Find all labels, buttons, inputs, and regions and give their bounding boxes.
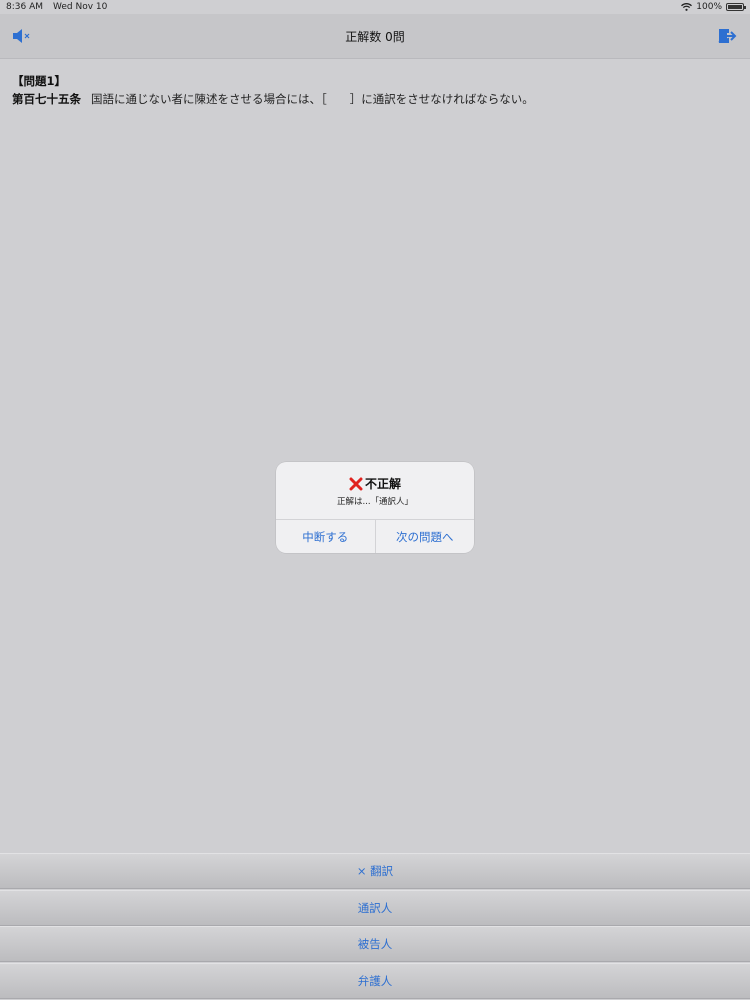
alert-title: 不正解 bbox=[276, 475, 474, 492]
answer-option-2[interactable]: 通訳人 bbox=[0, 889, 750, 926]
status-date: Wed Nov 10 bbox=[53, 2, 108, 12]
wifi-icon bbox=[681, 3, 693, 11]
question-label: 【問題1】 bbox=[12, 74, 67, 88]
question-area: 【問題1】 第百七十五条 国語に通じない者に陳述をさせる場合には、［ ］に通訳をさ… bbox=[12, 72, 732, 108]
red-cross-icon bbox=[349, 477, 363, 490]
quit-button[interactable]: 中断する bbox=[276, 520, 375, 553]
answer-list: × 翻訳 通訳人 被告人 弁護人 bbox=[0, 853, 750, 999]
question-text: 国語に通じない者に陳述をさせる場合には、［ ］に通訳をさせなければならない。 bbox=[91, 92, 534, 106]
battery-percent: 100% bbox=[696, 2, 722, 12]
status-time: 8:36 AM bbox=[6, 2, 43, 12]
answer-option-4[interactable]: 弁護人 bbox=[0, 962, 750, 999]
next-question-button[interactable]: 次の問題へ bbox=[374, 520, 475, 553]
question-body: 第百七十五条 国語に通じない者に陳述をさせる場合には、［ ］に通訳をさせなければな… bbox=[12, 90, 732, 108]
answer-option-1[interactable]: × 翻訳 bbox=[0, 853, 750, 889]
answer-option-3[interactable]: 被告人 bbox=[0, 926, 750, 962]
article-number: 第百七十五条 bbox=[12, 92, 81, 106]
alert-buttons: 中断する 次の問題へ bbox=[276, 519, 474, 553]
status-bar: 8:36 AM Wed Nov 10 100% bbox=[0, 0, 750, 14]
mute-speaker-icon[interactable] bbox=[10, 26, 32, 46]
alert-message: 正解は...「通訳人」 bbox=[336, 497, 414, 507]
battery-icon bbox=[726, 3, 746, 11]
exit-icon[interactable] bbox=[716, 26, 738, 46]
result-alert: 不正解 正解は...「通訳人」 中断する 次の問題へ bbox=[276, 462, 474, 553]
nav-title: 正解数 0問 bbox=[345, 29, 405, 44]
alert-title-text: 不正解 bbox=[364, 477, 401, 491]
navigation-bar: 正解数 0問 bbox=[0, 14, 750, 59]
